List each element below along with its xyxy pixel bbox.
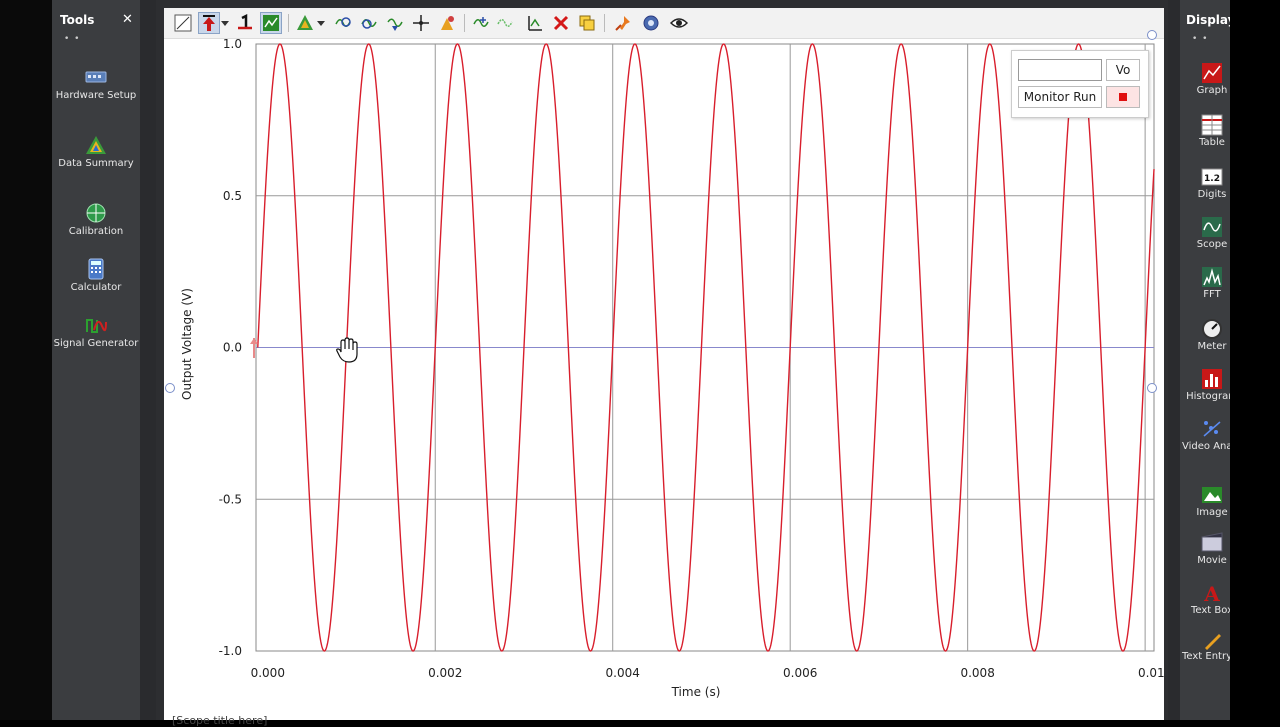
tools-panel-grip[interactable]: • • xyxy=(64,34,80,44)
text-box-icon: A xyxy=(1203,582,1220,604)
y-tick-label: 1.0 xyxy=(223,37,242,51)
meter-icon xyxy=(1202,319,1222,339)
display-label: Table xyxy=(1199,137,1225,148)
x-tick-label: 0.006 xyxy=(783,666,817,680)
tool-label: Calibration xyxy=(68,226,124,237)
histogram-icon xyxy=(1202,369,1222,389)
tool-calibration[interactable]: Calibration xyxy=(52,202,140,237)
table-icon xyxy=(1201,114,1223,136)
data-summary-icon xyxy=(86,136,106,154)
tool-hardware-setup[interactable]: Hardware Setup xyxy=(52,66,140,101)
y-tick-label: 0.0 xyxy=(223,341,242,355)
resize-handle-top-right[interactable] xyxy=(1147,30,1157,40)
display-label: Text Box xyxy=(1191,605,1230,616)
display-histogram[interactable]: Histogram xyxy=(1182,368,1230,402)
resize-handle-left[interactable] xyxy=(165,383,175,393)
displays-panel-title: Displays xyxy=(1186,13,1230,27)
display-label: Text Entry Box xyxy=(1182,651,1230,662)
display-meter[interactable]: Meter xyxy=(1182,318,1230,352)
monitor-run-button[interactable]: Monitor Run xyxy=(1018,86,1102,108)
displays-panel: Displays • • Graph Table 1.2 Digits Scop… xyxy=(1168,0,1230,720)
displays-panel-grip[interactable]: • • xyxy=(1192,34,1208,44)
series-name-button[interactable]: Vo xyxy=(1106,59,1140,81)
display-text-entry-box[interactable]: Text Entry Box xyxy=(1182,628,1230,662)
image-icon xyxy=(1202,487,1222,503)
signal-generator-icon xyxy=(86,319,107,333)
display-scope[interactable]: Scope xyxy=(1182,216,1230,250)
tools-panel-title: Tools xyxy=(60,13,95,27)
svg-text:A: A xyxy=(1203,582,1220,604)
tool-label: Signal Generator xyxy=(53,338,139,349)
x-axis-label: Time (s) xyxy=(671,685,721,699)
panel-gutter xyxy=(140,0,156,720)
tool-signal-generator[interactable]: Signal Generator xyxy=(52,314,140,349)
video-analysis-icon xyxy=(1203,421,1221,437)
stop-icon xyxy=(1119,93,1127,101)
tools-panel-header: Tools ✕ • • xyxy=(52,0,140,44)
scope-icon xyxy=(1202,217,1222,237)
tool-calculator[interactable]: Calculator xyxy=(52,258,140,293)
display-label: Histogram xyxy=(1186,391,1230,402)
display-fft[interactable]: FFT xyxy=(1182,266,1230,300)
display-label: Digits xyxy=(1197,189,1227,200)
resize-handle-right[interactable] xyxy=(1147,383,1157,393)
y-tick-label: 0.5 xyxy=(223,189,242,203)
text-entry-box-icon xyxy=(1205,634,1221,650)
display-text-box[interactable]: A Text Box xyxy=(1182,582,1230,616)
y-axis-label: Output Voltage (V) xyxy=(180,288,194,400)
window-right-border xyxy=(1230,0,1280,720)
display-label: Graph xyxy=(1196,85,1228,96)
display-label: Movie xyxy=(1197,555,1227,566)
x-tick-label: 0.010 xyxy=(1138,666,1164,680)
calculator-icon xyxy=(88,258,104,280)
x-tick-label: 0.002 xyxy=(428,666,462,680)
tool-label: Data Summary xyxy=(58,158,134,169)
panel-gutter xyxy=(1168,0,1180,720)
hardware-setup-icon xyxy=(85,71,107,83)
display-video-analysis[interactable]: Video Analysis xyxy=(1182,418,1230,452)
window-left-border xyxy=(0,0,52,720)
graph-icon xyxy=(1202,63,1222,83)
display-image[interactable]: Image xyxy=(1182,484,1230,518)
svg-text:1.2: 1.2 xyxy=(1204,174,1220,184)
display-label: Scope xyxy=(1196,239,1228,250)
x-tick-label: 0.008 xyxy=(960,666,994,680)
main-workspace: 0.000 0.002 0.004 0.006 0.008 0.010 1.0 0.5 0.0 -… xyxy=(156,0,1168,727)
graph-legend: Vo Monitor Run xyxy=(1011,50,1149,118)
fft-icon xyxy=(1202,267,1222,287)
y-tick-label: -0.5 xyxy=(219,492,242,506)
movie-icon xyxy=(1201,532,1223,552)
run-value-field[interactable] xyxy=(1018,59,1102,81)
digits-icon: 1.2 xyxy=(1201,168,1223,186)
calibration-icon xyxy=(86,203,106,223)
stop-button[interactable] xyxy=(1106,86,1140,108)
graph-display[interactable]: 0.000 0.002 0.004 0.006 0.008 0.010 1.0 0.5 0.0 -… xyxy=(164,8,1164,727)
tools-panel: Tools ✕ • • Hardware Setup Data Summary … xyxy=(52,0,140,720)
display-graph[interactable]: Graph xyxy=(1182,62,1230,96)
tools-close-button[interactable]: ✕ xyxy=(122,12,133,27)
display-label: Meter xyxy=(1197,341,1227,352)
x-tick-label: 0.000 xyxy=(251,666,285,680)
tool-label: Calculator xyxy=(70,282,122,293)
y-tick-label: -1.0 xyxy=(219,644,242,658)
display-digits[interactable]: 1.2 Digits xyxy=(1182,166,1230,200)
scope-title[interactable]: [Scope title here] xyxy=(172,714,267,727)
display-label: Video Analysis xyxy=(1182,441,1230,452)
tool-label: Hardware Setup xyxy=(55,90,137,101)
display-label: FFT xyxy=(1203,289,1221,300)
x-tick-label: 0.004 xyxy=(606,666,640,680)
display-movie[interactable]: Movie xyxy=(1182,532,1230,566)
display-label: Image xyxy=(1196,507,1228,518)
display-table[interactable]: Table xyxy=(1182,114,1230,148)
tool-data-summary[interactable]: Data Summary xyxy=(52,134,140,169)
